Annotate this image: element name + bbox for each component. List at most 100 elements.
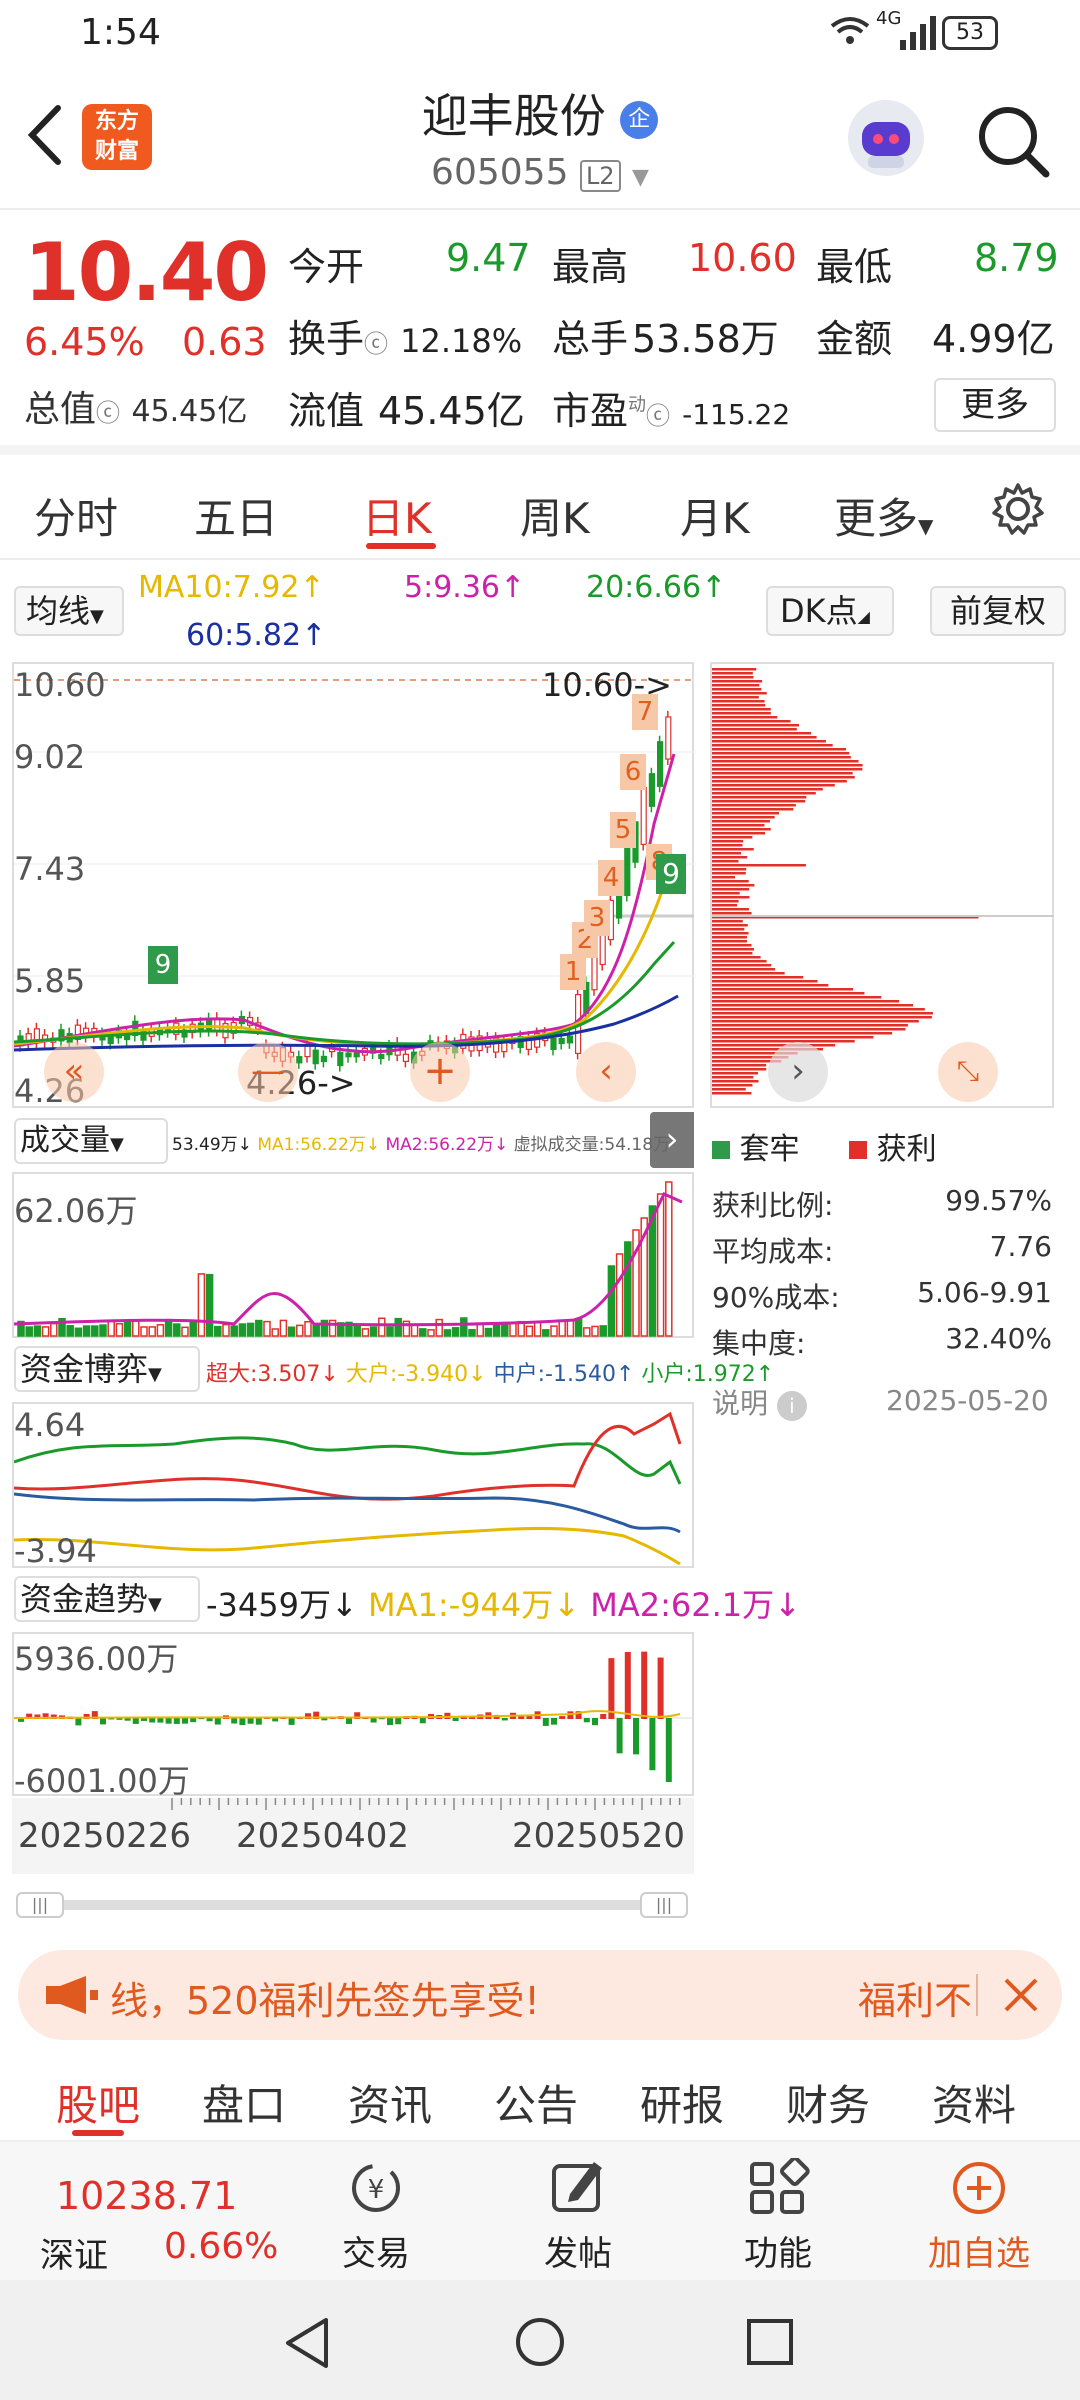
functions-button[interactable]: 功能: [728, 2142, 828, 2282]
tab-research[interactable]: 研报: [640, 2072, 724, 2133]
volume-bar: [361, 1328, 370, 1337]
chip-stat-label: 90%成本:: [712, 1281, 840, 1314]
date-axis: 20250226 20250402 20250520: [12, 1798, 694, 1874]
fund-trend-chart[interactable]: 5936.00万 -6001.00万: [12, 1632, 694, 1800]
fund-trend-selector[interactable]: 资金趋势▼: [14, 1576, 200, 1622]
volume-bar: [443, 1329, 452, 1337]
volume-bar: [33, 1325, 42, 1337]
last-price: 10.40: [24, 226, 269, 319]
mid-investor-line: [14, 1492, 681, 1534]
range-handle-left[interactable]: |||: [16, 1892, 64, 1918]
range-track[interactable]: [16, 1900, 688, 1910]
fund-flow-bar: [624, 1652, 631, 1719]
scroll-left-fast-button[interactable]: «: [44, 1042, 104, 1102]
fund-flow-bar: [649, 1718, 656, 1771]
tab-intraday[interactable]: 分时: [34, 485, 118, 546]
promo-banner[interactable]: 线，520福利先签先享受! 福利不: [18, 1950, 1062, 2040]
chip-bar: [712, 980, 818, 983]
nav-recents-icon[interactable]: [746, 2318, 794, 2366]
index-ticker[interactable]: 10238.71 深证 0.66%: [20, 2142, 280, 2282]
volume-bar: [181, 1326, 189, 1337]
fund-game-selector[interactable]: 资金博弈▼: [14, 1346, 200, 1392]
chip-bar: [712, 992, 865, 995]
chip-bar: [712, 996, 882, 999]
volume-bar: [246, 1322, 255, 1337]
close-icon[interactable]: [1002, 1976, 1040, 2014]
fund-flow-bar: [141, 1718, 147, 1721]
fund-trend-bottom-label: -6001.00万: [14, 1762, 190, 1800]
tab-forum[interactable]: 股吧: [56, 2072, 140, 2133]
tab-monthly-k[interactable]: 月K: [680, 485, 750, 546]
tab-finance[interactable]: 财务: [786, 2072, 870, 2133]
candle-body: [296, 1056, 303, 1064]
nav-home-icon[interactable]: [514, 2316, 566, 2368]
volume-bar: [583, 1327, 591, 1337]
ma10-value: MA10:7.92↑: [138, 570, 325, 605]
volume-bar: [509, 1322, 517, 1337]
fund-flow-bar: [255, 1718, 262, 1725]
fund-flow-bar: [616, 1718, 623, 1754]
fund-flow-bar: [190, 1718, 197, 1723]
date-label-end: 20250520: [512, 1816, 686, 1856]
expand-icon[interactable]: ⤡: [938, 1042, 998, 1102]
legend-locked: 套牢: [739, 1132, 800, 1167]
post-button[interactable]: 发帖: [528, 2142, 628, 2282]
settings-icon[interactable]: [990, 481, 1046, 541]
super-large-line: [14, 1411, 682, 1501]
tab-order-book[interactable]: 盘口: [202, 2072, 286, 2133]
add-watchlist-button[interactable]: 加自选: [914, 2142, 1044, 2282]
kline-chart[interactable]: 10.60 9.02 7.43 5.85 4.26 10.60-> 4.26->…: [12, 662, 694, 1110]
more-button[interactable]: 更多: [934, 378, 1056, 432]
range-handle-right[interactable]: |||: [640, 1892, 688, 1918]
candle-body: [640, 786, 647, 846]
banner-text: 线，520福利先签先享受!: [110, 1979, 540, 2023]
volume-bar: [164, 1318, 173, 1337]
chip-bar: [712, 1064, 767, 1067]
quote-panel: 10.40 6.45% 0.63 总值ⓒ 45.45亿 今开 9.47 最高 1…: [0, 210, 1080, 455]
tab-weekly-k[interactable]: 周K: [520, 485, 590, 546]
tab-news[interactable]: 资讯: [348, 2072, 432, 2133]
volume-indicator-selector[interactable]: 成交量▼: [14, 1118, 168, 1164]
chip-next-button[interactable]: ›: [768, 1042, 828, 1102]
date-label-mid: 20250402: [236, 1816, 410, 1856]
fund-super: 超大:3.507↓: [206, 1362, 339, 1387]
fund-flow-bar: [75, 1718, 82, 1726]
tab-announcements[interactable]: 公告: [494, 2072, 578, 2133]
tab-profile[interactable]: 资料: [932, 2072, 1016, 2133]
status-time: 1:54: [80, 12, 161, 53]
search-icon[interactable]: [976, 104, 1052, 184]
tab-daily-k[interactable]: 日K: [362, 485, 432, 546]
tab-five-day[interactable]: 五日: [194, 485, 278, 546]
chip-bar: [712, 720, 791, 723]
chip-stat-row: 平均成本: 7.76: [712, 1230, 1052, 1270]
volume-bar: [148, 1326, 156, 1337]
robot-assistant-icon[interactable]: [848, 100, 924, 176]
ma-selector[interactable]: 均线▼: [14, 586, 124, 636]
chip-bar: [712, 740, 826, 743]
adjust-button[interactable]: 前复权: [930, 586, 1066, 636]
trade-button[interactable]: ¥ 交易: [326, 2142, 426, 2282]
chip-note-button[interactable]: 说明 i: [712, 1382, 807, 1422]
volume-chart[interactable]: 62.06万: [12, 1172, 694, 1338]
nav-back-icon[interactable]: [282, 2316, 332, 2370]
zoom-in-button[interactable]: +: [410, 1042, 470, 1102]
fund-game-chart[interactable]: 4.64 -3.94: [12, 1402, 694, 1570]
market-cap-value: 45.45亿: [131, 394, 248, 429]
chip-bar: [712, 960, 767, 963]
chip-stat-row: 获利比例: 99.57%: [712, 1184, 1052, 1224]
chip-bar: [712, 848, 754, 851]
volume-label: 总手: [552, 317, 629, 361]
chip-bar: [712, 760, 859, 763]
corner-caret-icon: ◢: [857, 607, 870, 626]
fund-flow-bar: [272, 1718, 279, 1722]
candle-body: [558, 1037, 565, 1045]
fund-flow-bar: [132, 1718, 139, 1724]
zoom-out-button[interactable]: —: [238, 1042, 298, 1102]
dk-points-button[interactable]: DK点◢: [766, 586, 894, 636]
td-sequence-label: 4: [598, 860, 624, 896]
tab-more[interactable]: 更多▼: [834, 485, 933, 546]
chip-bar: [712, 948, 754, 951]
scroll-left-button[interactable]: ‹: [576, 1042, 636, 1102]
chip-bar: [712, 696, 759, 699]
chip-distribution: › ⤡: [710, 662, 1054, 1108]
